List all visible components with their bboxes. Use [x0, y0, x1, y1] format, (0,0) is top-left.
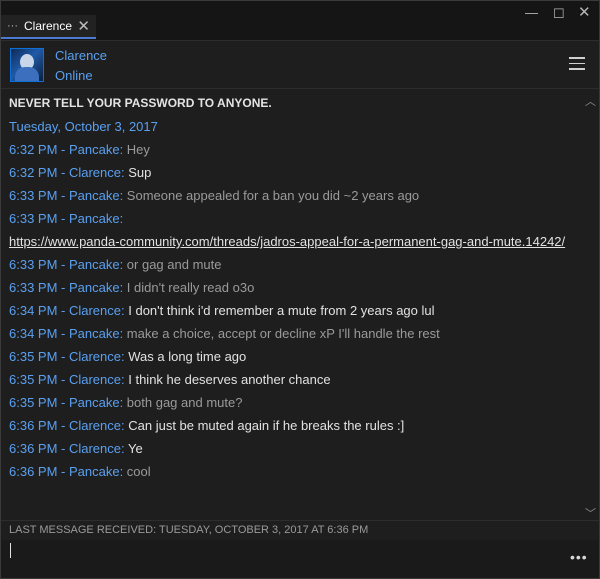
- message-text: Hey: [126, 142, 150, 157]
- message-row: 6:34 PM - Clarence: I don't think i'd re…: [9, 303, 435, 318]
- message-text: Can just be muted again if he breaks the…: [128, 418, 405, 433]
- message-row: 6:32 PM - Clarence: Sup: [9, 165, 152, 180]
- message-meta: 6:35 PM - Pancake: [9, 395, 120, 410]
- message-text: I didn't really read o3o: [126, 280, 255, 295]
- message-text: both gag and mute?: [126, 395, 243, 410]
- message-row: 6:36 PM - Clarence: Can just be muted ag…: [9, 418, 405, 433]
- message-meta: 6:35 PM - Clarence: [9, 349, 121, 364]
- message-row: 6:36 PM - Clarence: Ye: [9, 441, 143, 456]
- message-list[interactable]: NEVER TELL YOUR PASSWORD TO ANYONE. Tues…: [1, 89, 599, 519]
- message-meta: 6:36 PM - Pancake: [9, 464, 120, 479]
- message-meta: 6:32 PM - Pancake: [9, 142, 120, 157]
- last-received-bar: LAST MESSAGE RECEIVED: TUESDAY, OCTOBER …: [1, 520, 599, 541]
- message-text: I think he deserves another chance: [128, 372, 331, 387]
- avatar-icon[interactable]: [10, 48, 44, 82]
- tab-strip: ··· Clarence ✕ — ☐ ✕: [1, 1, 599, 41]
- message-link[interactable]: https://www.panda-community.com/threads/…: [9, 234, 565, 249]
- message-text: Was a long time ago: [128, 349, 247, 364]
- contact-status: Online: [55, 68, 93, 83]
- message-text: make a choice, accept or decline xP I'll…: [126, 326, 440, 341]
- security-warning: NEVER TELL YOUR PASSWORD TO ANYONE.: [9, 96, 272, 110]
- message-meta: 6:34 PM - Clarence: [9, 303, 121, 318]
- message-text: or gag and mute: [126, 257, 222, 272]
- message-meta: 6:32 PM - Clarence: [9, 165, 121, 180]
- message-row: 6:35 PM - Clarence: I think he deserves …: [9, 372, 331, 387]
- scroll-down-icon[interactable]: ﹀: [585, 505, 596, 521]
- close-window-icon[interactable]: ✕: [578, 5, 591, 20]
- last-received-text: LAST MESSAGE RECEIVED: TUESDAY, OCTOBER …: [9, 524, 369, 536]
- message-meta: 6:33 PM - Pancake: [9, 211, 120, 226]
- tab-menu-icon[interactable]: ···: [7, 20, 18, 32]
- message-meta: 6:35 PM - Clarence: [9, 372, 121, 387]
- message-row: 6:35 PM - Clarence: Was a long time ago: [9, 349, 247, 364]
- message-row: 6:33 PM - Pancake: I didn't really read …: [9, 280, 255, 295]
- message-meta: 6:33 PM - Pancake: [9, 280, 120, 295]
- message-text: Someone appealed for a ban you did ~2 ye…: [126, 188, 420, 203]
- message-composer: •••: [1, 540, 599, 578]
- minimize-icon[interactable]: —: [525, 6, 538, 19]
- message-meta: 6:33 PM - Pancake: [9, 188, 120, 203]
- message-row: 6:33 PM - Pancake:: [9, 211, 124, 226]
- tab-label: Clarence: [24, 19, 73, 33]
- message-text: Sup: [128, 165, 152, 180]
- message-row: 6:33 PM - Pancake: or gag and mute: [9, 257, 222, 272]
- maximize-icon[interactable]: ☐: [553, 7, 565, 20]
- menu-icon[interactable]: [569, 57, 585, 70]
- message-meta: 6:36 PM - Clarence: [9, 418, 121, 433]
- scroll-up-icon[interactable]: ︿: [585, 93, 596, 109]
- message-meta: 6:33 PM - Pancake: [9, 257, 120, 272]
- message-row: 6:35 PM - Pancake: both gag and mute?: [9, 395, 243, 410]
- chat-window: ··· Clarence ✕ — ☐ ✕ Clarence Online NEV…: [0, 0, 600, 579]
- message-meta: 6:36 PM - Clarence: [9, 441, 121, 456]
- avatar-body: [15, 67, 39, 81]
- message-row: 6:32 PM - Pancake: Hey: [9, 142, 150, 157]
- contact-name[interactable]: Clarence: [55, 48, 107, 63]
- message-row: 6:34 PM - Pancake: make a choice, accept…: [9, 326, 440, 341]
- message-text: Ye: [128, 441, 143, 456]
- message-meta: 6:34 PM - Pancake: [9, 326, 120, 341]
- message-text: cool: [126, 464, 151, 479]
- message-input[interactable]: [7, 542, 561, 570]
- message-text: I don't think i'd remember a mute from 2…: [128, 303, 435, 318]
- tab-clarence[interactable]: ··· Clarence ✕: [1, 15, 96, 39]
- close-tab-icon[interactable]: ✕: [77, 19, 90, 34]
- date-divider: Tuesday, October 3, 2017: [9, 119, 158, 134]
- text-caret: [10, 543, 11, 558]
- more-options-icon[interactable]: •••: [570, 549, 588, 565]
- message-row: 6:36 PM - Pancake: cool: [9, 464, 151, 479]
- conversation-header: Clarence Online: [1, 41, 599, 89]
- message-row: 6:33 PM - Pancake: Someone appealed for …: [9, 188, 420, 203]
- message-row: https://www.panda-community.com/threads/…: [9, 234, 565, 250]
